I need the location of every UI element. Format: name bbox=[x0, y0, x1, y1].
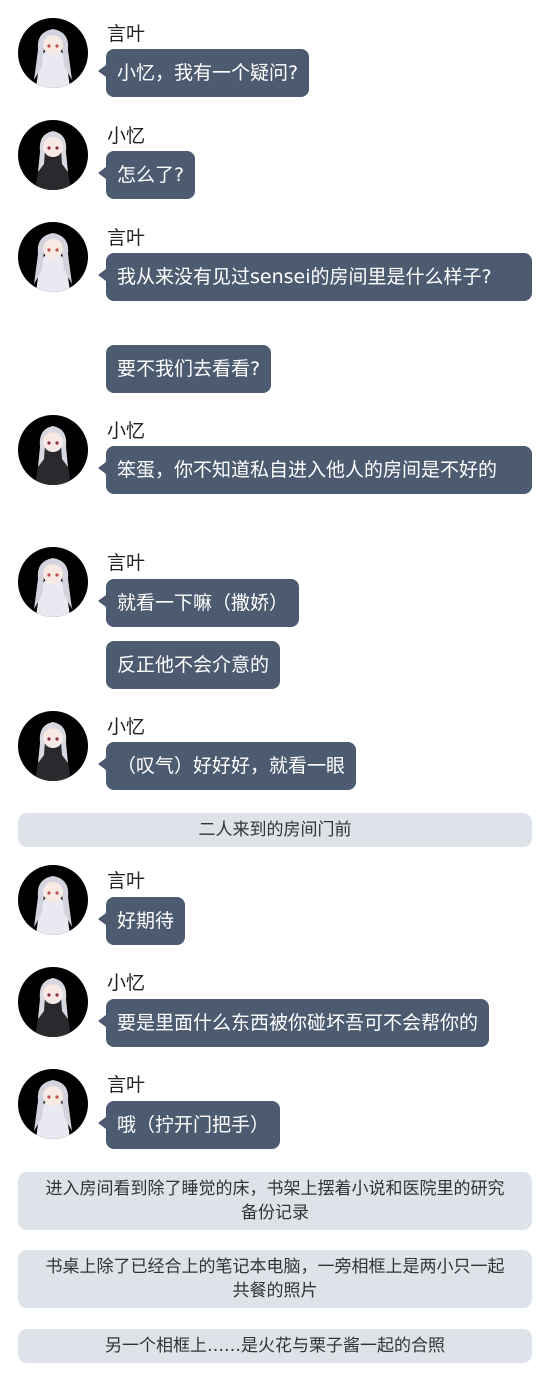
avatar-xiaoyi[interactable] bbox=[18, 711, 88, 781]
chat-bubble[interactable]: 怎么了? bbox=[97, 151, 196, 199]
speaker-name: 小忆 bbox=[107, 716, 146, 738]
chat-bubble[interactable]: 反正他不会介意的 bbox=[106, 641, 281, 689]
chat-bubble[interactable]: 要是里面什么东西被你碰坏吾可不会帮你的 bbox=[97, 999, 490, 1047]
chat-bubble[interactable]: 就看一下嘛（撒娇） bbox=[97, 579, 300, 627]
speaker-name: 言叶 bbox=[107, 227, 146, 249]
avatar-yanye[interactable] bbox=[18, 18, 88, 88]
avatar-yanye[interactable] bbox=[18, 1069, 88, 1139]
narration-box: 书桌上除了已经合上的笔记本电脑，一旁相框上是两小只一起共餐的照片 bbox=[18, 1250, 532, 1308]
narration-box: 进入房间看到除了睡觉的床，书架上摆着小说和医院里的研究备份记录 bbox=[18, 1172, 532, 1230]
speaker-name: 言叶 bbox=[107, 552, 146, 574]
chat-bubble[interactable]: 小忆，我有一个疑问? bbox=[97, 49, 310, 97]
chat-bubble[interactable]: 好期待 bbox=[97, 897, 186, 945]
speaker-name: 言叶 bbox=[107, 1074, 146, 1096]
speaker-name: 言叶 bbox=[107, 870, 146, 892]
avatar-yanye[interactable] bbox=[18, 222, 88, 292]
chat-bubble[interactable]: 哦（拧开门把手） bbox=[97, 1101, 281, 1149]
chat-bubble[interactable]: 我从来没有见过sensei的房间里是什么样子? bbox=[98, 253, 532, 301]
chat-bubble[interactable]: 笨蛋，你不知道私自进入他人的房间是不好的 bbox=[98, 446, 532, 494]
avatar-xiaoyi[interactable] bbox=[18, 415, 88, 485]
avatar-yanye[interactable] bbox=[18, 547, 88, 617]
avatar-xiaoyi[interactable] bbox=[18, 967, 88, 1037]
avatar-yanye[interactable] bbox=[18, 865, 88, 935]
chat-bubble[interactable]: 要不我们去看看? bbox=[106, 345, 272, 393]
chat-bubble[interactable]: （叹气）好好好，就看一眼 bbox=[97, 742, 357, 790]
narration-box: 二人来到的房间门前 bbox=[18, 813, 532, 847]
narration-box: 另一个相框上……是火花与栗子酱一起的合照 bbox=[18, 1329, 532, 1363]
speaker-name: 小忆 bbox=[107, 125, 146, 147]
speaker-name: 言叶 bbox=[107, 23, 146, 45]
speaker-name: 小忆 bbox=[107, 420, 146, 442]
speaker-name: 小忆 bbox=[107, 972, 146, 994]
avatar-xiaoyi[interactable] bbox=[18, 120, 88, 190]
